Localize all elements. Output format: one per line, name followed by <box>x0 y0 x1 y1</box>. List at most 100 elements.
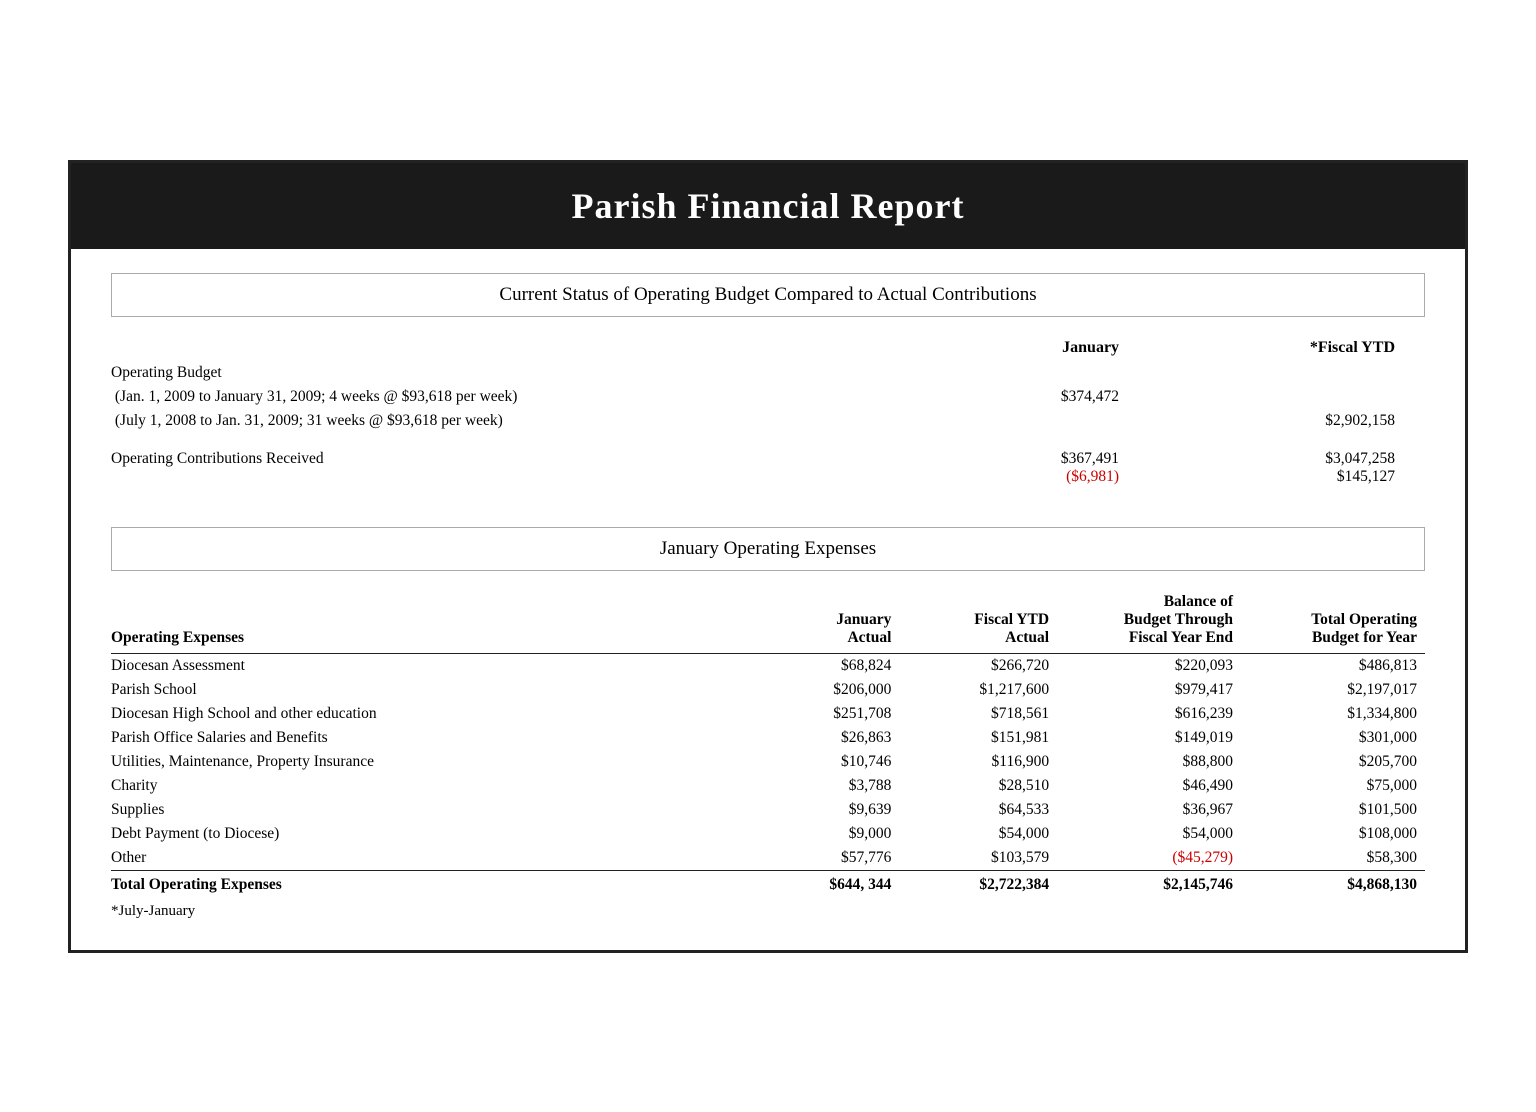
expenses-row: Supplies $9,639 $64,533 $36,967 $101,500 <box>111 798 1425 822</box>
budget-sub2-jan <box>873 409 1149 433</box>
expenses-box: January Operating Expenses <box>111 527 1425 571</box>
section-spacer <box>111 499 1425 527</box>
row-label: Parish Office Salaries and Benefits <box>111 726 768 750</box>
row-label: Diocesan Assessment <box>111 653 768 678</box>
row-bal: $220,093 <box>1057 653 1241 678</box>
row-total: $101,500 <box>1241 798 1425 822</box>
col-january-header: January <box>873 335 1149 361</box>
budget-row-sub1: (Jan. 1, 2009 to January 31, 2009; 4 wee… <box>111 385 1425 409</box>
row-label: Charity <box>111 774 768 798</box>
col-ytd-header: *Fiscal YTD <box>1149 335 1425 361</box>
expenses-header-row: Operating Expenses JanuaryActual Fiscal … <box>111 589 1425 654</box>
row-label: Supplies <box>111 798 768 822</box>
budget-sub1-jan: $374,472 <box>873 385 1149 409</box>
row-ytd: $718,561 <box>899 702 1057 726</box>
budget-row-sub2: (July 1, 2008 to Jan. 31, 2009; 31 weeks… <box>111 409 1425 433</box>
row-total: $108,000 <box>1241 822 1425 846</box>
row-bal: $979,417 <box>1057 678 1241 702</box>
row-bal: $46,490 <box>1057 774 1241 798</box>
budget-label: Operating Budget <box>111 361 873 385</box>
budget-sub2: (July 1, 2008 to Jan. 31, 2009; 31 weeks… <box>111 409 873 433</box>
report-container: Parish Financial Report Current Status o… <box>68 160 1468 953</box>
row-bal: ($45,279) <box>1057 846 1241 871</box>
row-label: Other <box>111 846 768 871</box>
row-jan: $10,746 <box>768 750 899 774</box>
contributions-jan: $367,491 ($6,981) <box>873 447 1149 489</box>
row-total: $486,813 <box>1241 653 1425 678</box>
row-ytd: $266,720 <box>899 653 1057 678</box>
row-ytd: $103,579 <box>899 846 1057 871</box>
expenses-table: Operating Expenses JanuaryActual Fiscal … <box>111 589 1425 897</box>
row-ytd: $1,217,600 <box>899 678 1057 702</box>
expenses-row: Debt Payment (to Diocese) $9,000 $54,000… <box>111 822 1425 846</box>
budget-spacer <box>111 433 1425 447</box>
row-jan: $251,708 <box>768 702 899 726</box>
row-jan: $9,639 <box>768 798 899 822</box>
row-total: $75,000 <box>1241 774 1425 798</box>
budget-row-main: Operating Budget <box>111 361 1425 385</box>
contributions-jan-diff: ($6,981) <box>877 468 1119 486</box>
row-total: $2,197,017 <box>1241 678 1425 702</box>
expenses-bal-header: Balance ofBudget ThroughFiscal Year End <box>1057 589 1241 654</box>
row-label: Debt Payment (to Diocese) <box>111 822 768 846</box>
row-bal: $54,000 <box>1057 822 1241 846</box>
row-label: Diocesan High School and other education <box>111 702 768 726</box>
budget-ytd-val <box>1149 361 1425 385</box>
total-total: $4,868,130 <box>1241 870 1425 897</box>
row-total: $58,300 <box>1241 846 1425 871</box>
row-ytd: $151,981 <box>899 726 1057 750</box>
budget-sub1: (Jan. 1, 2009 to January 31, 2009; 4 wee… <box>111 385 873 409</box>
contributions-label: Operating Contributions Received <box>111 447 873 489</box>
budget-sub2-ytd: $2,902,158 <box>1149 409 1425 433</box>
expenses-title: January Operating Expenses <box>660 538 876 559</box>
row-bal: $88,800 <box>1057 750 1241 774</box>
expenses-row: Parish Office Salaries and Benefits $26,… <box>111 726 1425 750</box>
row-bal: $616,239 <box>1057 702 1241 726</box>
row-bal: $36,967 <box>1057 798 1241 822</box>
expenses-row: Diocesan High School and other education… <box>111 702 1425 726</box>
expenses-total-row: Total Operating Expenses $644, 344 $2,72… <box>111 870 1425 897</box>
budget-label-header <box>111 335 873 361</box>
row-jan: $3,788 <box>768 774 899 798</box>
operating-budget-box: Current Status of Operating Budget Compa… <box>111 273 1425 317</box>
budget-jan-val <box>873 361 1149 385</box>
expenses-section: Operating Expenses JanuaryActual Fiscal … <box>111 589 1425 920</box>
footnote: *July-January <box>111 903 1425 920</box>
contributions-ytd-val: $3,047,258 <box>1153 450 1395 468</box>
contributions-row: Operating Contributions Received $367,49… <box>111 447 1425 489</box>
contributions-ytd-diff: $145,127 <box>1153 468 1395 486</box>
total-jan: $644, 344 <box>768 870 899 897</box>
row-label: Utilities, Maintenance, Property Insuran… <box>111 750 768 774</box>
row-jan: $68,824 <box>768 653 899 678</box>
row-total: $1,334,800 <box>1241 702 1425 726</box>
expenses-total-header: Total OperatingBudget for Year <box>1241 589 1425 654</box>
row-jan: $9,000 <box>768 822 899 846</box>
total-bal: $2,145,746 <box>1057 870 1241 897</box>
row-total: $205,700 <box>1241 750 1425 774</box>
expenses-row: Other $57,776 $103,579 ($45,279) $58,300 <box>111 846 1425 871</box>
row-jan: $206,000 <box>768 678 899 702</box>
row-label: Parish School <box>111 678 768 702</box>
expenses-row: Parish School $206,000 $1,217,600 $979,4… <box>111 678 1425 702</box>
row-ytd: $54,000 <box>899 822 1057 846</box>
row-total: $301,000 <box>1241 726 1425 750</box>
row-ytd: $28,510 <box>899 774 1057 798</box>
expenses-row: Utilities, Maintenance, Property Insuran… <box>111 750 1425 774</box>
operating-budget-table: January *Fiscal YTD Operating Budget (Ja… <box>111 335 1425 489</box>
operating-budget-title: Current Status of Operating Budget Compa… <box>499 284 1036 305</box>
expenses-label-header: Operating Expenses <box>111 589 768 654</box>
expenses-row: Diocesan Assessment $68,824 $266,720 $22… <box>111 653 1425 678</box>
row-ytd: $64,533 <box>899 798 1057 822</box>
expenses-row: Charity $3,788 $28,510 $46,490 $75,000 <box>111 774 1425 798</box>
report-body: Current Status of Operating Budget Compa… <box>71 249 1465 950</box>
contributions-jan-val: $367,491 <box>877 450 1119 468</box>
contributions-ytd: $3,047,258 $145,127 <box>1149 447 1425 489</box>
expenses-ytd-header: Fiscal YTDActual <box>899 589 1057 654</box>
row-ytd: $116,900 <box>899 750 1057 774</box>
row-jan: $57,776 <box>768 846 899 871</box>
row-jan: $26,863 <box>768 726 899 750</box>
total-label: Total Operating Expenses <box>111 870 768 897</box>
row-bal: $149,019 <box>1057 726 1241 750</box>
report-title: Parish Financial Report <box>91 185 1445 227</box>
expenses-jan-header: JanuaryActual <box>768 589 899 654</box>
